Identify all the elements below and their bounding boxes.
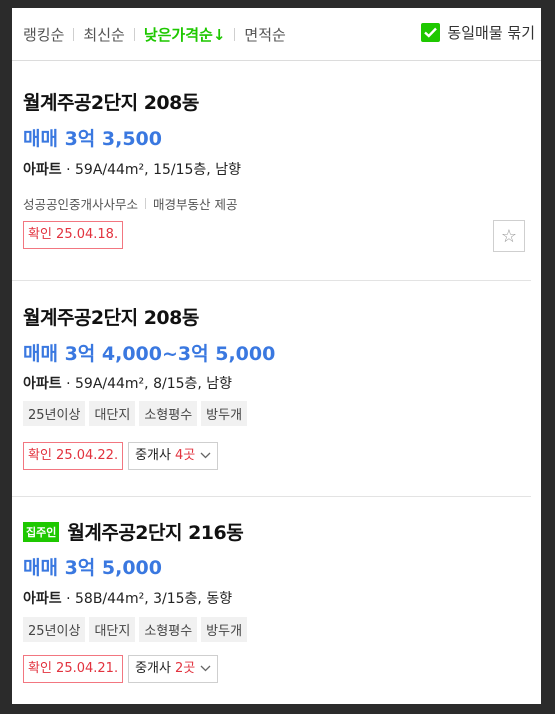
- agents-count: 2곳: [174, 661, 196, 676]
- property-spec: 59A/44m², 8/15층, 남향: [75, 376, 233, 392]
- divider: [73, 27, 75, 41]
- spec-bullet: ·: [66, 162, 75, 178]
- sort-latest[interactable]: 최신순: [83, 24, 124, 45]
- tag: 25년이상: [23, 617, 86, 642]
- favorite-star-icon[interactable]: ☆: [493, 220, 525, 252]
- listing-title: 월계주공2단지 208동: [23, 307, 199, 329]
- tag: 방두개: [201, 401, 248, 426]
- tag: 대단지: [89, 617, 136, 642]
- listing-title: 월계주공2단지 208동: [23, 92, 199, 114]
- property-spec: 58B/44m², 3/15층, 동향: [75, 591, 233, 607]
- agents-label: 중개사: [135, 448, 171, 463]
- confirm-date-badge: 확인 25.04.21.: [23, 655, 124, 683]
- sort-bar: 랭킹순 최신순 낮은가격순↓ 면적순 동일매물 묶기: [12, 8, 541, 61]
- listing-spec: 아파트 · 59A/44m², 15/15층, 남향: [23, 159, 241, 179]
- confirm-date-badge: 확인 25.04.18.: [23, 221, 124, 249]
- group-same-listings-label: 동일매물 묶기: [447, 24, 535, 42]
- tag-list: 25년이상 대단지 소형평수 방두개: [23, 617, 251, 642]
- spec-bullet: ·: [66, 376, 75, 392]
- confirm-date-badge: 확인 25.04.22.: [23, 442, 124, 470]
- checkbox-checked-icon[interactable]: [421, 23, 441, 42]
- agents-dropdown[interactable]: 중개사 2곳: [128, 655, 219, 683]
- listing-price: 매매 3억 5,000: [23, 557, 162, 579]
- property-type: 아파트: [23, 162, 62, 178]
- confirm-row: 확인 25.04.21. 중개사 2곳: [23, 655, 219, 683]
- chevron-down-icon: [200, 660, 211, 678]
- data-provider: 매경부동산 제공: [153, 197, 238, 212]
- spec-bullet: ·: [66, 591, 75, 607]
- group-same-listings-toggle[interactable]: 동일매물 묶기: [421, 22, 535, 43]
- agency-name: 성공공인중개사사무소: [23, 197, 139, 212]
- tag: 방두개: [201, 617, 248, 642]
- owner-badge: 집주인: [23, 521, 60, 542]
- listing-price: 매매 3억 3,500: [23, 128, 162, 150]
- agency-row: 성공공인중개사사무소 매경부동산 제공: [23, 194, 238, 213]
- sort-ranking[interactable]: 랭킹순: [23, 24, 64, 45]
- tag-list: 25년이상 대단지 소형평수 방두개: [23, 401, 251, 426]
- listing-title-row: 집주인 월계주공2단지 216동: [23, 518, 244, 545]
- listing-item[interactable]: 월계주공2단지 208동 매매 3억 3,500 아파트 · 59A/44m²,…: [12, 61, 531, 281]
- listing-item[interactable]: 집주인 월계주공2단지 216동 매매 3억 5,000 아파트 · 58B/4…: [12, 497, 541, 697]
- agents-dropdown[interactable]: 중개사 4곳: [128, 442, 219, 470]
- listing-spec: 아파트 · 59A/44m², 8/15층, 남향: [23, 373, 232, 393]
- tag: 25년이상: [23, 401, 86, 426]
- listing-item[interactable]: 월계주공2단지 208동 매매 3억 4,000~3억 5,000 아파트 · …: [12, 281, 531, 497]
- tag: 소형평수: [139, 401, 198, 426]
- divider: [145, 198, 147, 209]
- listing-panel: 랭킹순 최신순 낮은가격순↓ 면적순 동일매물 묶기 월계주공2단지 208동 …: [12, 8, 541, 704]
- agents-count: 4곳: [174, 448, 196, 463]
- sort-low-price[interactable]: 낮은가격순↓: [144, 24, 226, 45]
- property-spec: 59A/44m², 15/15층, 남향: [75, 162, 241, 178]
- chevron-down-icon: [200, 447, 211, 465]
- property-type: 아파트: [23, 376, 62, 392]
- tag: 대단지: [89, 401, 136, 426]
- sort-area[interactable]: 면적순: [244, 24, 285, 45]
- agents-label: 중개사: [135, 661, 171, 676]
- listing-title-row: 월계주공2단지 208동: [23, 303, 199, 330]
- tag: 소형평수: [139, 617, 198, 642]
- divider: [133, 27, 135, 41]
- listing-spec: 아파트 · 58B/44m², 3/15층, 동향: [23, 588, 232, 608]
- divider: [234, 27, 236, 41]
- listing-price: 매매 3억 4,000~3억 5,000: [23, 343, 276, 365]
- listing-title-row: 월계주공2단지 208동: [23, 88, 199, 115]
- listing-title: 월계주공2단지 216동: [67, 522, 244, 544]
- property-type: 아파트: [23, 591, 62, 607]
- confirm-row: 확인 25.04.22. 중개사 4곳: [23, 442, 219, 470]
- confirm-row: 확인 25.04.18.: [23, 221, 124, 249]
